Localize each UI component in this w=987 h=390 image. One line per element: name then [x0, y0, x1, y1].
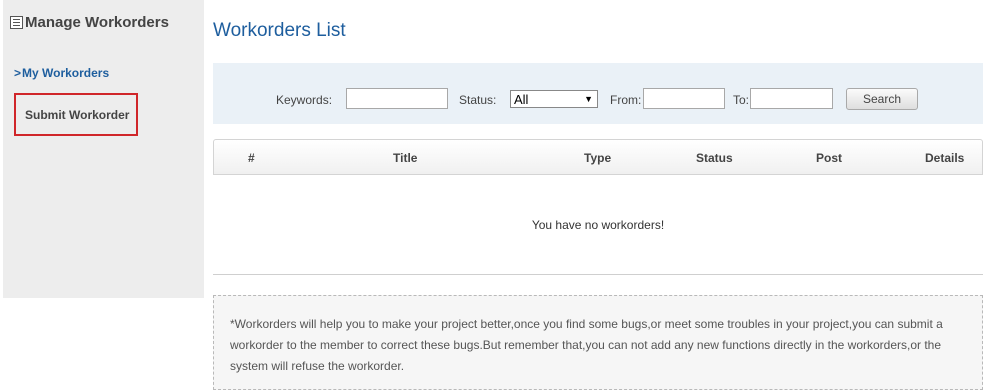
column-header-number: #	[248, 151, 255, 165]
from-date-input[interactable]	[643, 88, 725, 109]
column-header-title: Title	[393, 151, 418, 165]
keywords-label: Keywords:	[276, 93, 333, 107]
page-title: Workorders List	[213, 20, 346, 41]
caret-down-icon: ▼	[584, 94, 593, 104]
sidebar-title-text: Manage Workorders	[25, 14, 169, 31]
sidebar-item-submit-workorder[interactable]: Submit Workorder	[14, 93, 138, 136]
status-select[interactable]: All ▼	[510, 90, 598, 108]
status-select-value: All	[514, 91, 529, 107]
keywords-input[interactable]	[346, 88, 448, 109]
to-date-input[interactable]	[750, 88, 833, 109]
divider	[213, 274, 983, 275]
info-note: *Workorders will help you to make your p…	[213, 295, 983, 390]
sidebar-item-label: My Workorders	[22, 66, 110, 80]
info-note-text: *Workorders will help you to make your p…	[230, 317, 943, 373]
column-header-post: Post	[816, 151, 843, 165]
sidebar-title: Manage Workorders	[10, 14, 169, 31]
search-button[interactable]: Search	[846, 88, 918, 110]
list-icon	[10, 16, 23, 29]
chevron-right-icon: >	[14, 66, 22, 80]
column-header-details: Details	[925, 151, 965, 165]
sidebar-item-label: Submit Workorder	[25, 107, 130, 122]
to-label: To:	[733, 93, 750, 107]
empty-table-message: You have no workorders!	[531, 218, 665, 232]
sidebar: Manage Workorders > My Workorders Submit…	[3, 0, 204, 298]
search-panel: Keywords: Status: All ▼ From: To: Search	[213, 63, 983, 124]
column-header-type: Type	[584, 151, 612, 165]
table-header: # Title Type Status Post Details	[213, 139, 983, 175]
status-label: Status:	[459, 93, 497, 107]
column-header-status: Status	[696, 151, 733, 165]
from-label: From:	[610, 93, 642, 107]
sidebar-item-my-workorders[interactable]: > My Workorders	[14, 66, 109, 80]
